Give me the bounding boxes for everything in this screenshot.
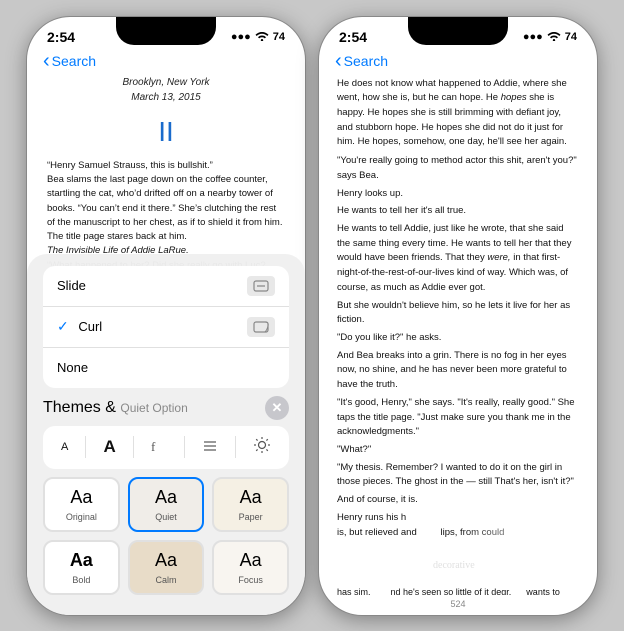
- status-icons-left: ●●● 74: [231, 30, 285, 44]
- nav-bar-left[interactable]: Search: [27, 49, 305, 75]
- battery-icon-right: 74: [565, 31, 577, 43]
- page-number: 524: [319, 595, 597, 616]
- theme-card-quiet[interactable]: Aa Quiet: [128, 477, 205, 532]
- theme-card-bold[interactable]: Aa Bold: [43, 540, 120, 595]
- line-spacing-icon[interactable]: [194, 434, 226, 461]
- none-icon: [247, 358, 275, 378]
- font-small-btn[interactable]: A: [53, 437, 76, 457]
- font-divider-4: [235, 436, 236, 458]
- font-controls: A A f: [43, 426, 289, 469]
- brightness-icon[interactable]: [245, 432, 279, 463]
- nav-bar-right[interactable]: Search: [319, 49, 597, 75]
- curl-icon: [247, 317, 275, 337]
- theme-card-calm[interactable]: Aa Calm: [128, 540, 205, 595]
- themes-section: Themes & Quiet Option ✕: [43, 396, 289, 420]
- chapter-num: II: [47, 110, 285, 153]
- font-large-btn[interactable]: A: [95, 433, 123, 461]
- theme-bold-sample: Aa: [70, 550, 93, 571]
- battery-icon: 74: [273, 31, 285, 43]
- theme-original-label: Original: [66, 512, 97, 522]
- theme-bold-label: Bold: [72, 575, 90, 585]
- signal-icon-right: ●●●: [523, 31, 543, 43]
- themes-label: Themes & Quiet Option: [43, 399, 188, 417]
- quiet-option-label: Quiet Option: [120, 401, 187, 415]
- svg-text:decorative: decorative: [433, 560, 475, 571]
- overlay-panel: Slide ✓ Curl None: [27, 254, 305, 615]
- font-divider-1: [85, 436, 86, 458]
- theme-quiet-sample: Aa: [155, 487, 177, 508]
- check-icon: ✓: [57, 318, 69, 334]
- font-divider-2: [133, 436, 134, 458]
- left-phone: 2:54 ●●● 74 Search Brooklyn, New York Ma…: [26, 16, 306, 616]
- theme-calm-sample: Aa: [155, 550, 177, 571]
- slide-option-slide[interactable]: Slide: [43, 266, 289, 307]
- theme-card-focus[interactable]: Aa Focus: [212, 540, 289, 595]
- font-type-icon[interactable]: f: [143, 434, 175, 461]
- svg-text:f: f: [151, 439, 156, 454]
- phones-container: 2:54 ●●● 74 Search Brooklyn, New York Ma…: [26, 16, 598, 616]
- theme-original-sample: Aa: [70, 487, 92, 508]
- time-left: 2:54: [47, 29, 75, 45]
- back-button-left[interactable]: Search: [43, 51, 96, 71]
- theme-grid: Aa Original Aa Quiet Aa Paper Aa Bold Aa: [43, 477, 289, 595]
- slide-option-curl[interactable]: ✓ Curl: [43, 307, 289, 348]
- theme-quiet-label: Quiet: [155, 512, 177, 522]
- slide-option-none[interactable]: None: [43, 348, 289, 388]
- wifi-icon-right: [547, 30, 561, 44]
- status-icons-right: ●●● 74: [523, 30, 577, 44]
- notch: [116, 17, 216, 45]
- right-book-content: He does not know what happened to Addie,…: [319, 75, 597, 595]
- theme-focus-sample: Aa: [240, 550, 262, 571]
- theme-calm-label: Calm: [155, 575, 176, 585]
- theme-card-original[interactable]: Aa Original: [43, 477, 120, 532]
- book-header: Brooklyn, New York March 13, 2015: [47, 75, 285, 106]
- theme-paper-sample: Aa: [240, 487, 262, 508]
- signal-icon: ●●●: [231, 31, 251, 43]
- theme-focus-label: Focus: [238, 575, 263, 585]
- slide-icon: [247, 276, 275, 296]
- notch-right: [408, 17, 508, 45]
- back-button-right[interactable]: Search: [335, 51, 388, 71]
- font-divider-3: [184, 436, 185, 458]
- time-right: 2:54: [339, 29, 367, 45]
- slide-options: Slide ✓ Curl None: [43, 266, 289, 388]
- theme-paper-label: Paper: [239, 512, 263, 522]
- wifi-icon: [255, 30, 269, 44]
- theme-card-paper[interactable]: Aa Paper: [212, 477, 289, 532]
- right-phone: 2:54 ●●● 74 Search He does not know what…: [318, 16, 598, 616]
- close-button[interactable]: ✕: [265, 396, 289, 420]
